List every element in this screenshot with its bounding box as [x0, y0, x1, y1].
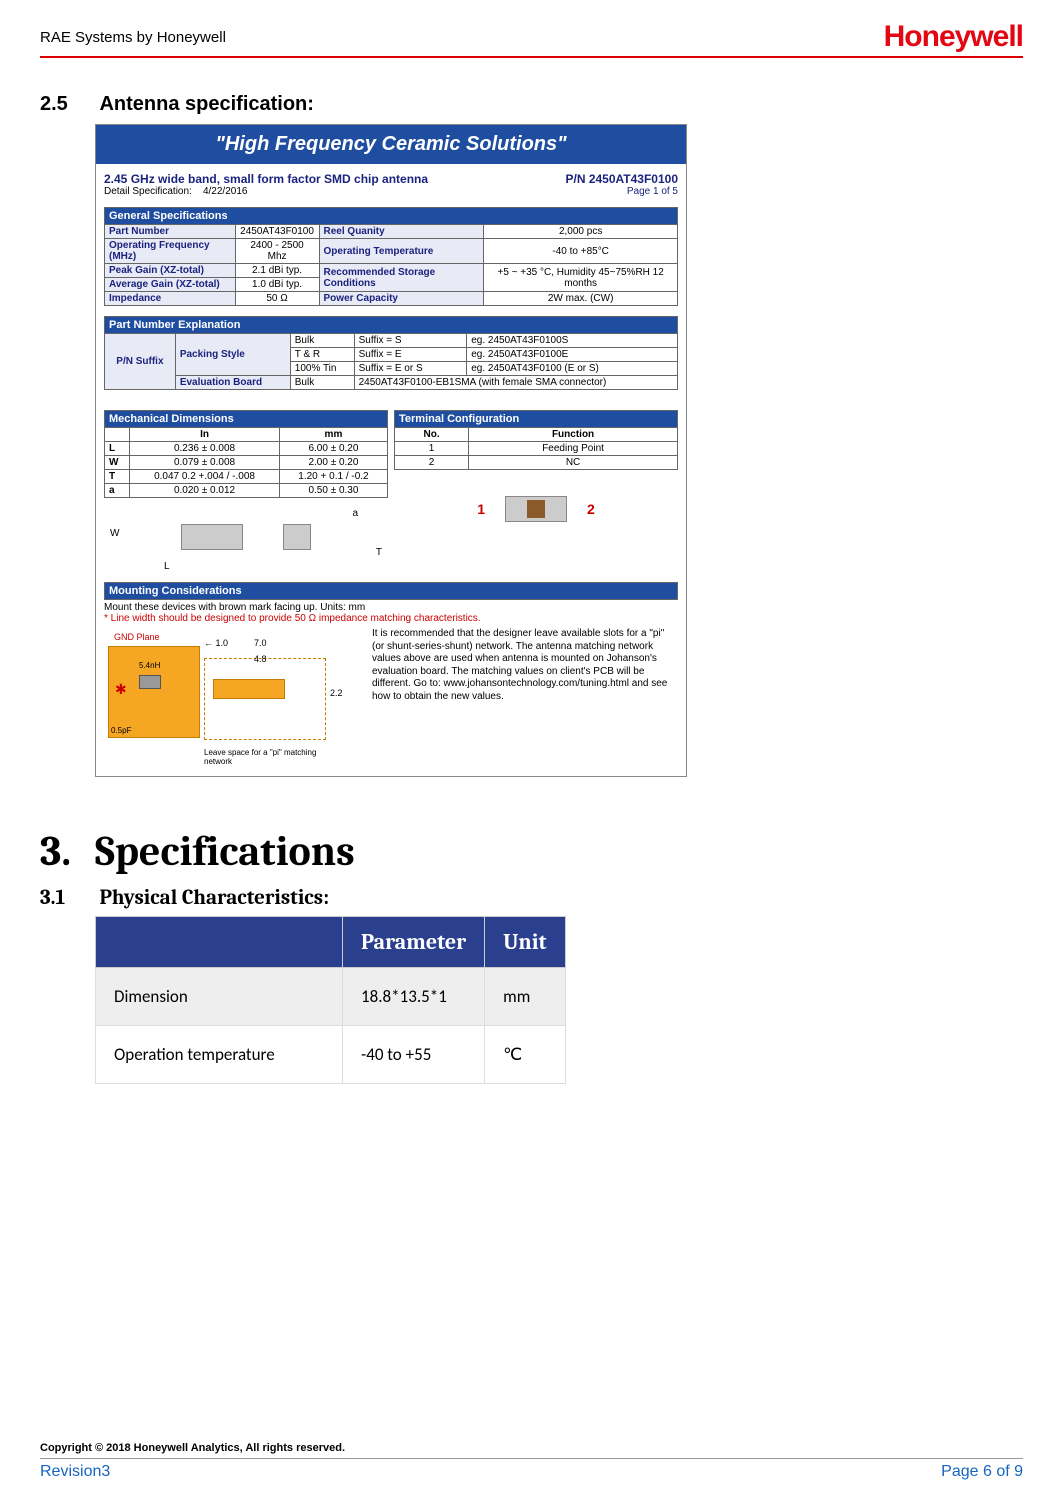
mount-line2: * Line width should be designed to provi… — [104, 613, 678, 624]
section-3-1-number: 3.1 — [40, 886, 95, 910]
section-3-number: 3. — [40, 827, 95, 876]
ds-detail: Detail Specification: 4/22/2016 — [104, 186, 247, 197]
mech-dim-table: Mechanical Dimensions In mm L 0.236 ± 0.… — [104, 410, 388, 498]
section-title: Antenna specification: — [99, 93, 313, 116]
header-left-text: RAE Systems by Honeywell — [40, 29, 226, 46]
ds-title-left: 2.45 GHz wide band, small form factor SM… — [104, 172, 428, 186]
revision-text: Revision3 — [40, 1463, 110, 1481]
physical-characteristics-table: Parameter Unit Dimension 18.8*13.5*1 mm … — [95, 916, 566, 1084]
section-number: 2.5 — [40, 93, 95, 116]
section-3-heading: 3.Specifications — [40, 827, 1023, 876]
section-3-1-title: Physical Characteristics: — [99, 886, 329, 910]
phys-optemp-unit: ℃ — [485, 1026, 565, 1084]
antenna-datasheet: "High Frequency Ceramic Solutions" 2.45 … — [95, 124, 687, 777]
chip-drawing-2 — [283, 524, 311, 550]
mount-line1: Mount these devices with brown mark faci… — [104, 602, 678, 613]
mech-term-row: Mechanical Dimensions In mm L 0.236 ± 0.… — [104, 400, 678, 572]
general-spec-table: General Specifications Part Number 2450A… — [104, 207, 678, 306]
mounting-text: It is recommended that the designer leav… — [372, 628, 678, 768]
mech-diagram: W L a T — [104, 502, 388, 572]
mech-dim-block: Mechanical Dimensions In mm L 0.236 ± 0.… — [104, 400, 388, 572]
section-2-5-heading: 2.5 Antenna specification: — [40, 93, 1023, 116]
phys-row-optemp: Operation temperature -40 to +55 ℃ — [96, 1026, 566, 1084]
datasheet-body: 2.45 GHz wide band, small form factor SM… — [96, 164, 686, 776]
phys-dim-label: Dimension — [96, 968, 343, 1026]
phys-th-unit: Unit — [485, 917, 565, 968]
terminal-config-block: Terminal Configuration No. Function 1 Fe… — [394, 400, 678, 572]
phys-th-parameter: Parameter — [343, 917, 485, 968]
gnd-plane-label: GND Plane — [114, 632, 160, 642]
section-3-1-heading: 3.1 Physical Characteristics: — [40, 886, 1023, 910]
pn-explanation-table: Part Number Explanation P/N Suffix Packi… — [104, 316, 678, 390]
gen-spec-header: General Specifications — [105, 208, 678, 225]
page-number-text: Page 6 of 9 — [941, 1463, 1023, 1481]
section-3-title: Specifications — [95, 827, 355, 876]
mounting-diagram: GND Plane ✱ 0.5pF 5.4nH ← 1.0 7.0 4.8 2.… — [104, 628, 364, 768]
terminal-1-label: 1 — [477, 501, 485, 517]
chip-brown-mark — [527, 500, 545, 518]
phys-optemp-label: Operation temperature — [96, 1026, 343, 1084]
chip-drawing-1 — [181, 524, 243, 550]
datasheet-banner: "High Frequency Ceramic Solutions" — [96, 125, 686, 164]
copyright-text: Copyright © 2018 Honeywell Analytics, Al… — [40, 1442, 1023, 1454]
phys-dim-unit: mm — [485, 968, 565, 1026]
page-footer: Copyright © 2018 Honeywell Analytics, Al… — [40, 1442, 1023, 1481]
phys-th-blank — [96, 917, 343, 968]
pne-header: Part Number Explanation — [105, 317, 678, 334]
terminal-diagram: 1 2 — [394, 474, 678, 544]
phys-dim-param: 18.8*13.5*1 — [343, 968, 485, 1026]
phys-row-dimension: Dimension 18.8*13.5*1 mm — [96, 968, 566, 1026]
phys-optemp-param: -40 to +55 — [343, 1026, 485, 1084]
terminal-config-table: Terminal Configuration No. Function 1 Fe… — [394, 410, 678, 470]
terminal-2-label: 2 — [587, 501, 595, 517]
gnd-plane-shape: ✱ 0.5pF 5.4nH — [108, 646, 200, 738]
ds-page-label: Page 1 of 5 — [627, 186, 678, 197]
mounting-block: Mounting Considerations Mount these devi… — [104, 582, 678, 768]
honeywell-logo: Honeywell — [884, 20, 1023, 54]
pi-network-area — [204, 658, 326, 740]
page-header: RAE Systems by Honeywell Honeywell — [40, 20, 1023, 58]
ds-pn-right: P/N 2450AT43F0100 — [565, 172, 678, 186]
pi-note: Leave space for a "pi" matching network — [204, 748, 334, 766]
chip-drawing-3 — [505, 496, 567, 522]
